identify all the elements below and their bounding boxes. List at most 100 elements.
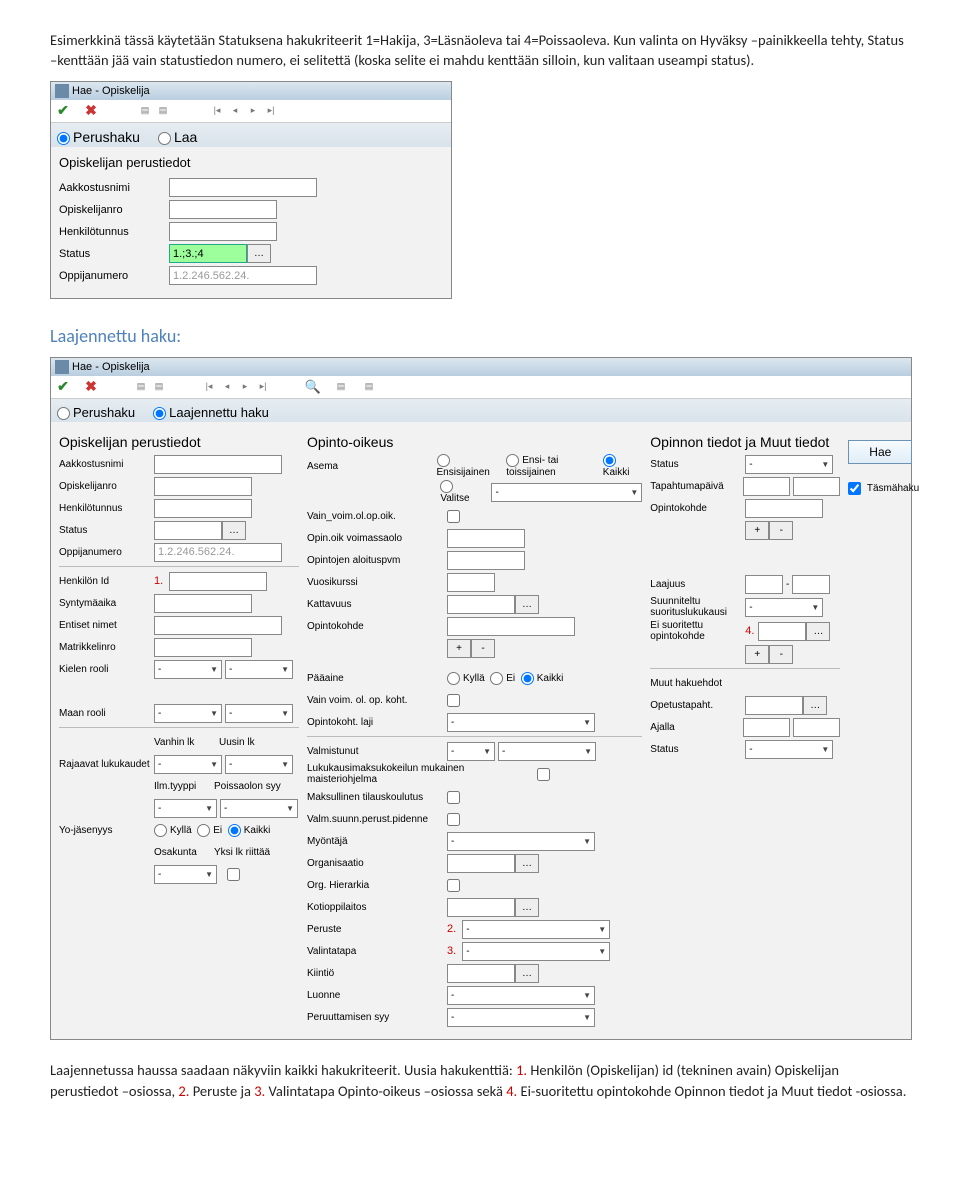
dropdown[interactable]: - <box>220 799 298 818</box>
input[interactable] <box>793 477 840 496</box>
input[interactable] <box>447 964 515 983</box>
hae-button[interactable]: Hae <box>848 440 912 464</box>
nav-icon[interactable]: ▤ <box>133 379 149 395</box>
dropdown[interactable]: - <box>462 942 610 961</box>
radio-ensitoi[interactable]: Ensi- tai toissijainen <box>506 454 603 478</box>
dropdown[interactable]: - <box>447 986 595 1005</box>
accept-icon[interactable]: ✔ <box>55 379 71 395</box>
dropdown[interactable]: - <box>745 455 833 474</box>
radio-kylla[interactable]: Kyllä <box>447 672 485 685</box>
input[interactable] <box>154 616 282 635</box>
lookup-button[interactable]: … <box>515 854 539 873</box>
input-oppijanumero[interactable]: 1.2.246.562.24. <box>169 266 317 285</box>
minus-button[interactable]: - <box>471 639 495 658</box>
checkbox[interactable] <box>227 868 240 881</box>
tab-perushaku-2[interactable]: Perushaku <box>57 405 135 420</box>
lookup-button[interactable]: … <box>806 622 830 641</box>
zoom-icon[interactable]: 🔍 <box>305 379 321 395</box>
plus-button[interactable]: + <box>447 639 471 658</box>
dropdown[interactable]: - <box>447 713 595 732</box>
page-next-icon[interactable]: ▸ <box>237 379 253 395</box>
input[interactable] <box>745 575 783 594</box>
radio-kaikki[interactable]: Kaikki <box>603 454 642 478</box>
copy-icon[interactable]: ▤ <box>333 379 349 395</box>
input[interactable]: 1.2.246.562.24. <box>154 543 282 562</box>
checkbox[interactable] <box>447 510 460 523</box>
radio-kylla[interactable]: Kyllä <box>154 824 192 837</box>
dropdown[interactable]: - <box>447 742 495 761</box>
input[interactable] <box>758 622 806 641</box>
dropdown[interactable]: - <box>225 660 293 679</box>
dropdown[interactable]: - <box>447 832 595 851</box>
minus-button[interactable]: - <box>769 521 793 540</box>
tab-perushaku[interactable]: Perushaku <box>57 129 140 145</box>
lookup-button[interactable]: … <box>515 595 539 614</box>
page-last-icon[interactable]: ▸| <box>255 379 271 395</box>
input[interactable] <box>745 696 803 715</box>
page-next-icon[interactable]: ▸ <box>245 103 261 119</box>
input[interactable] <box>154 638 252 657</box>
checkbox[interactable] <box>447 694 460 707</box>
input[interactable] <box>447 854 515 873</box>
dropdown[interactable]: - <box>154 755 222 774</box>
input[interactable] <box>447 595 515 614</box>
input-status[interactable]: 1.;3.;4 <box>169 244 247 263</box>
dropdown[interactable]: - <box>225 704 293 723</box>
lookup-button[interactable]: … <box>222 521 246 540</box>
cancel-icon[interactable]: ✖ <box>83 379 99 395</box>
input-henkilotunnus[interactable] <box>169 222 277 241</box>
dropdown[interactable]: - <box>154 799 217 818</box>
checkbox-tasmahaku[interactable]: Täsmähaku <box>848 483 919 494</box>
paste-icon[interactable]: ▤ <box>361 379 377 395</box>
input[interactable] <box>154 455 282 474</box>
dropdown[interactable]: - <box>462 920 610 939</box>
tab-laajennettu-cut[interactable]: Laa <box>158 129 197 145</box>
page-first-icon[interactable]: |◂ <box>201 379 217 395</box>
input[interactable] <box>743 718 790 737</box>
status-lookup-button[interactable]: … <box>247 244 271 263</box>
page-first-icon[interactable]: |◂ <box>209 103 225 119</box>
radio-kaikki[interactable]: Kaikki <box>521 672 564 685</box>
dropdown[interactable]: - <box>745 740 833 759</box>
lookup-button[interactable]: … <box>803 696 827 715</box>
checkbox[interactable] <box>447 791 460 804</box>
cancel-icon[interactable]: ✖ <box>83 103 99 119</box>
minus-button[interactable]: - <box>769 645 793 664</box>
input[interactable] <box>792 575 830 594</box>
nav-last-icon[interactable]: ▤ <box>155 103 171 119</box>
dropdown[interactable]: - <box>498 742 596 761</box>
page-prev-icon[interactable]: ◂ <box>219 379 235 395</box>
page-last-icon[interactable]: ▸| <box>263 103 279 119</box>
input[interactable] <box>793 718 840 737</box>
checkbox[interactable] <box>537 768 550 781</box>
radio-valitse[interactable]: Valitse <box>440 480 483 504</box>
input[interactable] <box>154 521 222 540</box>
radio-ei[interactable]: Ei <box>197 824 222 837</box>
lookup-button[interactable]: … <box>515 964 539 983</box>
input[interactable] <box>154 499 252 518</box>
input[interactable] <box>447 617 575 636</box>
input[interactable] <box>447 573 495 592</box>
plus-button[interactable]: + <box>745 521 769 540</box>
dropdown[interactable]: - <box>154 865 217 884</box>
input[interactable] <box>447 898 515 917</box>
input[interactable] <box>154 594 252 613</box>
nav-icon[interactable]: ▤ <box>151 379 167 395</box>
dropdown[interactable]: - <box>491 483 642 502</box>
input-aakkostusnimi[interactable] <box>169 178 317 197</box>
dropdown[interactable]: - <box>154 660 222 679</box>
radio-ei[interactable]: Ei <box>490 672 515 685</box>
dropdown[interactable]: - <box>447 1008 595 1027</box>
dropdown[interactable]: - <box>225 755 293 774</box>
input[interactable] <box>447 529 525 548</box>
plus-button[interactable]: + <box>745 645 769 664</box>
page-prev-icon[interactable]: ◂ <box>227 103 243 119</box>
accept-icon[interactable]: ✔ <box>55 103 71 119</box>
radio-ensis[interactable]: Ensisijainen <box>437 454 501 478</box>
lookup-button[interactable]: … <box>515 898 539 917</box>
nav-first-icon[interactable]: ▤ <box>137 103 153 119</box>
input[interactable] <box>169 572 267 591</box>
checkbox[interactable] <box>447 813 460 826</box>
dropdown[interactable]: - <box>745 598 823 617</box>
input[interactable] <box>154 477 252 496</box>
